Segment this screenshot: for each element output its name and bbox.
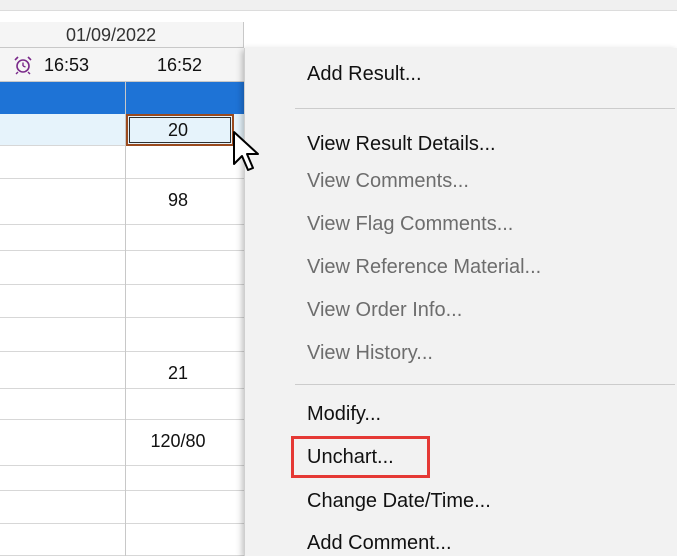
table-row[interactable] [0,524,244,556]
table-row[interactable] [0,285,244,318]
result-value[interactable]: 21 [128,363,228,384]
menu-item-change-date-time[interactable]: Change Date/Time... [307,490,491,513]
table-row-selected[interactable] [0,82,244,114]
menu-item-view-flag-comments[interactable]: View Flag Comments... [307,213,513,236]
menu-item-view-result-details[interactable]: View Result Details... [307,133,496,156]
menu-item-view-reference-material[interactable]: View Reference Material... [307,256,541,279]
menu-item-add-comment[interactable]: Add Comment... [307,532,452,555]
time-column-1652[interactable]: 16:52 [157,48,202,82]
context-menu: Add Result... View Result Details... Vie… [244,48,677,556]
column-divider [125,82,126,556]
result-value[interactable]: 120/80 [128,431,228,452]
table-row[interactable] [0,491,244,524]
menu-item-add-result[interactable]: Add Result... [307,63,422,86]
menu-item-view-order-info[interactable]: View Order Info... [307,299,462,322]
flowsheet-window: 01/09/2022 16:53 16:52 20 98 21 120/80 A… [0,0,677,556]
result-value[interactable]: 98 [128,190,228,211]
result-value[interactable]: 20 [128,120,228,141]
menu-item-view-history[interactable]: View History... [307,342,433,365]
menu-separator [295,108,675,109]
menu-separator [295,384,675,385]
results-grid: 20 98 21 120/80 [0,82,244,556]
alarm-clock-icon [14,56,32,75]
table-row[interactable] [0,466,244,491]
date-label: 01/09/2022 [66,25,157,45]
table-row[interactable] [0,389,244,420]
table-row[interactable] [0,225,244,251]
menu-item-view-comments[interactable]: View Comments... [307,170,469,193]
date-column-header[interactable]: 01/09/2022 [0,22,244,48]
top-toolbar-strip [0,0,677,11]
menu-item-unchart[interactable]: Unchart... [307,446,394,469]
time-column-1653[interactable]: 16:53 [44,48,89,82]
menu-item-modify[interactable]: Modify... [307,403,381,426]
table-row[interactable] [0,318,244,352]
time-header-row: 16:53 16:52 [0,48,244,82]
table-row[interactable] [0,251,244,285]
mouse-cursor-icon [233,131,259,171]
table-row[interactable] [0,146,244,179]
